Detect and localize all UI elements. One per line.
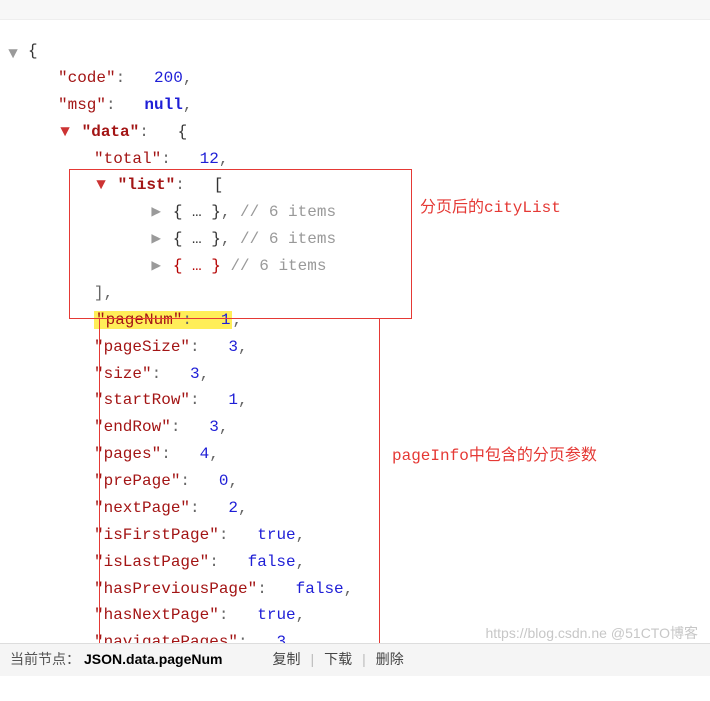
row-size: "size": 3, (94, 361, 692, 388)
row-startRow: "startRow": 1, (94, 387, 692, 414)
row-msg: "msg": null, (58, 92, 692, 119)
footer-path: JSON.data.pageNum (84, 648, 222, 672)
download-button[interactable]: 下载 (318, 648, 358, 672)
list-item[interactable]: ▶ { … } // 6 items (130, 253, 692, 280)
list-close: ], (94, 280, 692, 307)
row-hasPreviousPage: "hasPreviousPage": false, (94, 576, 692, 603)
brace-open: { (28, 38, 692, 65)
row-endRow: "endRow": 3, (94, 414, 692, 441)
annotation-pageinfo: pageInfo中包含的分页参数 (392, 443, 597, 470)
copy-button[interactable]: 复制 (266, 648, 306, 672)
json-viewer: { "code": 200, "msg": null, ▼ "data": { … (0, 20, 710, 676)
chevron-right-icon[interactable]: ▶ (149, 199, 163, 226)
footer-label: 当前节点： (10, 648, 80, 672)
toggle-data[interactable]: ▼ (58, 119, 72, 146)
separator: | (310, 648, 314, 672)
row-nextPage: "nextPage": 2, (94, 495, 692, 522)
list-item[interactable]: ▶ { … }, // 6 items (130, 226, 692, 253)
toggle-list[interactable]: ▼ (94, 172, 108, 199)
row-isLastPage: "isLastPage": false, (94, 549, 692, 576)
row-data[interactable]: ▼ "data": { (58, 119, 692, 146)
list-item[interactable]: ▶ { … }, // 6 items (130, 199, 692, 226)
annotation-list: 分页后的cityList (420, 195, 561, 222)
row-list[interactable]: ▼ "list": [ (94, 172, 692, 199)
watermark: https://blog.csdn.ne@51CTO博客 (485, 622, 698, 646)
row-code: "code": 200, (58, 65, 692, 92)
footer-bar: 当前节点： JSON.data.pageNum 复制 | 下载 | 删除 (0, 643, 710, 676)
row-pageNum[interactable]: "pageNum": 1, (94, 307, 692, 334)
chevron-right-icon[interactable]: ▶ (149, 253, 163, 280)
separator: | (362, 648, 366, 672)
row-isFirstPage: "isFirstPage": true, (94, 522, 692, 549)
row-total: "total": 12, (94, 146, 692, 173)
chevron-right-icon[interactable]: ▶ (149, 226, 163, 253)
delete-button[interactable]: 删除 (370, 648, 410, 672)
row-pageSize: "pageSize": 3, (94, 334, 692, 361)
top-bar (0, 0, 710, 20)
row-prePage: "prePage": 0, (94, 468, 692, 495)
